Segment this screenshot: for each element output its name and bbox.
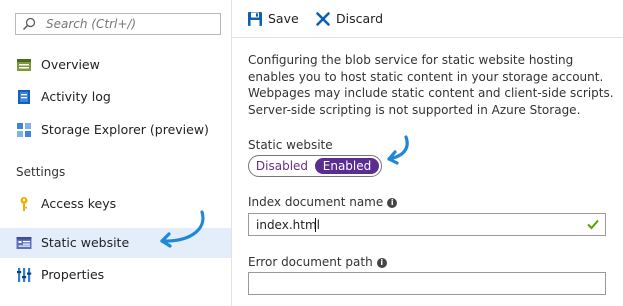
text-caret [315, 218, 316, 232]
info-icon[interactable]: i [387, 197, 398, 208]
settings-section-title: Settings [16, 165, 66, 179]
discard-icon [316, 12, 330, 26]
save-icon [248, 12, 262, 26]
static-website-icon [16, 237, 32, 249]
error-document-input[interactable] [248, 272, 606, 295]
info-icon[interactable]: i [376, 257, 387, 268]
overview-icon [17, 59, 31, 71]
search-icon [23, 17, 36, 30]
key-icon [20, 197, 28, 211]
save-button[interactable]: Save [247, 10, 309, 28]
index-document-value: index.html [256, 218, 320, 232]
properties-icon [17, 268, 32, 282]
discard-button[interactable]: Discard [315, 10, 395, 28]
error-document-label: Error document path [248, 255, 373, 269]
discard-label: Discard [336, 11, 383, 26]
sidebar-item-activity-log[interactable]: Activity log [0, 82, 231, 112]
activity-log-icon [18, 90, 30, 104]
command-bar: Save Discard [232, 0, 623, 38]
index-document-label: Index document name [248, 195, 384, 209]
static-website-toggle[interactable]: Disabled Enabled [248, 155, 382, 177]
checkmark-icon [587, 219, 599, 230]
index-document-field-label: Index document name i [248, 195, 398, 209]
resource-menu: Search (Ctrl+/) Overview Activity log St… [0, 0, 232, 306]
sidebar-item-label: Overview [41, 57, 100, 72]
static-website-label: Static website [248, 138, 333, 152]
toggle-option-enabled[interactable]: Enabled [315, 158, 379, 174]
sidebar-item-properties[interactable]: Properties [0, 260, 231, 290]
error-document-field-label: Error document path i [248, 255, 387, 269]
sidebar-item-label: Static website [41, 235, 130, 250]
search-placeholder: Search (Ctrl+/) [46, 17, 137, 31]
index-document-input[interactable]: index.html [248, 213, 606, 236]
description-text: Configuring the blob service for static … [248, 53, 614, 117]
save-label: Save [268, 11, 299, 26]
sidebar-item-storage-explorer[interactable]: Storage Explorer (preview) [0, 115, 231, 145]
annotation-arrow [160, 210, 205, 248]
sidebar-item-label: Storage Explorer (preview) [41, 122, 209, 137]
sidebar-item-overview[interactable]: Overview [0, 50, 231, 80]
sidebar-item-label: Properties [41, 267, 105, 282]
search-box[interactable]: Search (Ctrl+/) [15, 13, 221, 35]
toggle-option-disabled[interactable]: Disabled [255, 158, 309, 174]
sidebar-item-label: Activity log [41, 89, 111, 104]
sidebar-item-label: Access keys [41, 196, 117, 211]
storage-explorer-icon [17, 123, 31, 137]
static-website-pane: Configuring the blob service for static … [232, 38, 623, 306]
annotation-arrow [387, 135, 409, 165]
